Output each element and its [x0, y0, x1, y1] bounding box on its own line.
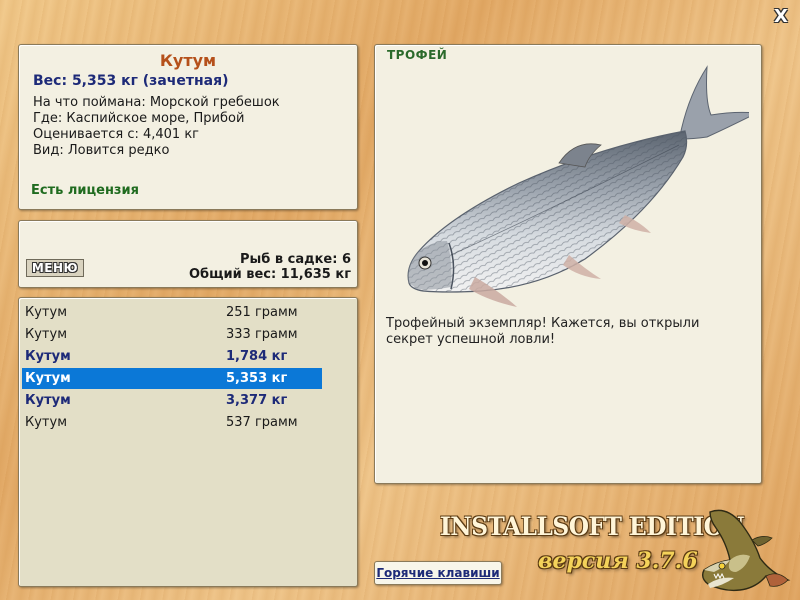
fish-weight: Вес: 5,353 кг (зачетная): [33, 73, 229, 89]
list-item-weight: 537 грамм: [226, 415, 298, 430]
list-item-name: Кутум: [25, 349, 71, 364]
list-item-weight: 251 грамм: [226, 305, 298, 320]
pike-logo-icon: [701, 509, 791, 592]
trophy-panel: ТРОФЕЙ Трофейный экземпляр! Кажется, вы …: [374, 44, 762, 484]
list-item[interactable]: Кутум 537 грамм: [22, 412, 322, 433]
list-item-weight: 333 грамм: [226, 327, 298, 342]
menu-button[interactable]: МЕНЮ: [26, 259, 84, 277]
license-status: Есть лицензия: [31, 183, 139, 198]
list-item-name: Кутум: [25, 393, 71, 408]
list-item[interactable]: Кутум 333 грамм: [22, 324, 322, 345]
list-item-weight: 3,377 кг: [226, 393, 288, 408]
kutum-fish-image: [407, 65, 749, 307]
close-button[interactable]: X: [772, 8, 790, 26]
trophy-description: Трофейный экземпляр! Кажется, вы открыли…: [386, 316, 700, 347]
fish-info-panel: Кутум Вес: 5,353 кг (зачетная) На что по…: [18, 44, 358, 210]
list-item[interactable]: Кутум 1,784 кг: [22, 346, 322, 367]
list-item-weight: 1,784 кг: [226, 349, 288, 364]
fish-name: Кутум: [159, 51, 217, 70]
list-item[interactable]: Кутум 251 грамм: [22, 302, 322, 323]
hotkeys-button[interactable]: Горячие клавиши: [374, 561, 502, 585]
list-item-name: Кутум: [25, 305, 67, 320]
fish-count: Рыб в садке: 6: [239, 252, 351, 267]
list-item-name: Кутум: [25, 371, 71, 386]
total-weight: Общий вес: 11,635 кг: [188, 267, 351, 282]
catch-list[interactable]: Кутум 251 грамм Кутум 333 грамм Кутум 1,…: [18, 297, 358, 587]
list-item-weight: 5,353 кг: [226, 371, 288, 386]
list-item-selected[interactable]: Кутум 5,353 кг: [22, 368, 322, 389]
version-label: версия 3.7.6: [538, 548, 698, 574]
bait-line: На что поймана: Морской гребешок: [33, 95, 280, 110]
list-item-name: Кутум: [25, 415, 67, 430]
list-item-name: Кутум: [25, 327, 67, 342]
rated-line: Оценивается с: 4,401 кг: [33, 127, 200, 142]
kind-line: Вид: Ловится редко: [33, 143, 170, 158]
keepnet-summary-panel: МЕНЮ Рыб в садке: 6 Общий вес: 11,635 кг: [18, 220, 358, 288]
location-line: Где: Каспийское море, Прибой: [33, 111, 245, 126]
list-item[interactable]: Кутум 3,377 кг: [22, 390, 322, 411]
